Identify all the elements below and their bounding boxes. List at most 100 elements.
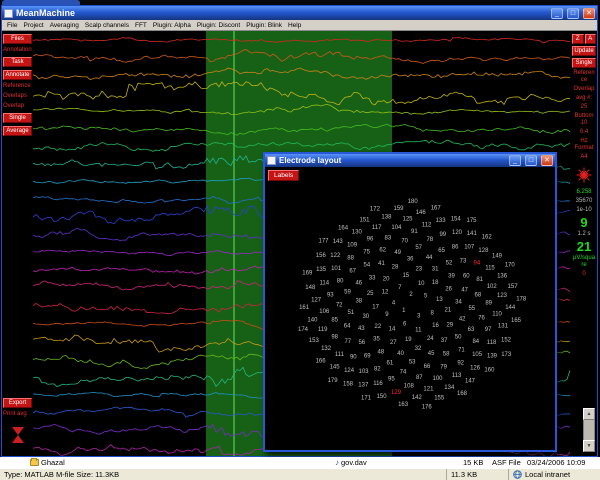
file-name-label: Ghazal bbox=[41, 458, 65, 467]
electrode-179: 179 bbox=[328, 378, 339, 384]
electrode-141: 141 bbox=[467, 231, 478, 237]
scroll-down-button[interactable]: ▼ bbox=[583, 440, 595, 452]
close-button[interactable]: ✕ bbox=[583, 8, 595, 19]
menu-item-fft[interactable]: FFT bbox=[132, 22, 150, 29]
electrode-41: 41 bbox=[378, 261, 385, 267]
electrode-130: 130 bbox=[352, 230, 363, 236]
minimize-button[interactable]: _ bbox=[551, 8, 563, 19]
electrode-155: 155 bbox=[434, 396, 445, 402]
electrode-27: 27 bbox=[390, 340, 397, 346]
electrode-30: 30 bbox=[362, 314, 369, 320]
left-single-button[interactable]: Single bbox=[3, 113, 32, 123]
electrode-124: 124 bbox=[344, 368, 355, 374]
labels-button[interactable]: Labels bbox=[268, 170, 299, 181]
electrode-146: 146 bbox=[416, 210, 427, 216]
eeg-trace-3 bbox=[33, 68, 570, 80]
status-bar: Type: MATLAB M-file Size: 11.3KB 11.3 KB… bbox=[0, 468, 600, 480]
electrode-close-button[interactable]: ✕ bbox=[541, 155, 553, 166]
electrode-33: 33 bbox=[369, 276, 376, 282]
electrode-163: 163 bbox=[398, 402, 409, 408]
electrode-125: 125 bbox=[402, 216, 413, 222]
menu-item-plugin-discont[interactable]: Plugin: Discont bbox=[194, 22, 243, 29]
file-row-file[interactable]: ♪ gov.dav bbox=[335, 457, 367, 468]
electrode-77: 77 bbox=[344, 339, 351, 345]
electrode-95: 95 bbox=[388, 377, 395, 383]
status-zone-label: Local intranet bbox=[525, 470, 570, 479]
electrode-153: 153 bbox=[309, 338, 320, 344]
file-label: gov.dav bbox=[341, 458, 367, 467]
electrode-105: 105 bbox=[472, 352, 483, 358]
right-z-button[interactable]: Z bbox=[572, 34, 584, 44]
electrode-minimize-button[interactable]: _ bbox=[509, 155, 521, 166]
electrode-55: 55 bbox=[468, 306, 475, 312]
electrode-73: 73 bbox=[460, 259, 467, 265]
electrode-135: 135 bbox=[316, 267, 327, 273]
electrode-149: 149 bbox=[492, 254, 503, 260]
right-1e-10-label: 1e-10 bbox=[572, 207, 596, 214]
electrode-titlebar[interactable]: Electrode layout _ □ ✕ bbox=[265, 154, 555, 167]
electrode-93: 93 bbox=[327, 292, 334, 298]
right-0-4-label: 0.4 bbox=[572, 129, 596, 136]
left-export-button[interactable]: Export bbox=[3, 398, 32, 408]
electrode-22: 22 bbox=[375, 324, 382, 330]
app-titlebar[interactable]: MeanMachine _ □ ✕ bbox=[2, 6, 597, 20]
electrode-170: 170 bbox=[505, 262, 516, 268]
electrode-152: 152 bbox=[501, 338, 512, 344]
left-average-button[interactable]: Average bbox=[3, 126, 32, 136]
electrode-123: 123 bbox=[497, 293, 508, 299]
file-row-name[interactable]: Ghazal bbox=[30, 457, 65, 468]
file-list-row[interactable]: Ghazal ♪ gov.dav 15 KB ASF File 03/24/20… bbox=[0, 457, 600, 468]
electrode-54: 54 bbox=[364, 262, 371, 268]
electrode-47: 47 bbox=[461, 287, 468, 293]
right-scrollbar[interactable]: ▲ ▼ bbox=[583, 408, 595, 452]
menu-item-project[interactable]: Project bbox=[20, 22, 46, 29]
menu-item-file[interactable]: File bbox=[4, 22, 20, 29]
electrode-3: 3 bbox=[417, 314, 421, 320]
globe-icon bbox=[513, 470, 522, 479]
menubar: FileProjectAveragingScalp channelsFFTPlu… bbox=[2, 20, 597, 31]
electrode-103: 103 bbox=[358, 369, 369, 375]
right-avg-label: avg #: bbox=[572, 95, 596, 102]
scroll-up-button[interactable]: ▲ bbox=[583, 408, 595, 420]
menu-item-scalp-channels[interactable]: Scalp channels bbox=[82, 22, 132, 29]
right-single-button[interactable]: Single bbox=[572, 58, 596, 68]
electrode-maximize-button[interactable]: □ bbox=[525, 155, 537, 166]
electrode-143: 143 bbox=[333, 239, 344, 245]
menu-item-plugin-alpha[interactable]: Plugin: Alpha bbox=[150, 22, 194, 29]
electrode-126: 126 bbox=[470, 366, 481, 372]
electrode-178: 178 bbox=[516, 296, 527, 302]
left-task-button[interactable]: Task bbox=[3, 57, 32, 67]
right-v-square-label: µV/square bbox=[572, 255, 596, 269]
scroll-track[interactable] bbox=[583, 420, 595, 440]
electrode-140: 140 bbox=[307, 317, 318, 323]
electrode-91: 91 bbox=[411, 229, 418, 235]
electrode-19: 19 bbox=[405, 337, 412, 343]
electrode-82: 82 bbox=[374, 366, 381, 372]
electrode-96: 96 bbox=[367, 237, 374, 243]
electrode-23: 23 bbox=[415, 267, 422, 273]
electrode-10: 10 bbox=[418, 281, 425, 287]
electrode-37: 37 bbox=[441, 338, 448, 344]
electrode-110: 110 bbox=[492, 311, 502, 317]
electrode-172: 172 bbox=[370, 207, 381, 213]
electrode-173: 173 bbox=[501, 352, 512, 358]
electrode-72: 72 bbox=[336, 302, 343, 308]
electrode-169: 169 bbox=[302, 271, 313, 277]
left-files-button[interactable]: Files bbox=[3, 34, 32, 44]
electrode-32: 32 bbox=[415, 346, 422, 352]
electrode-35: 35 bbox=[373, 337, 380, 343]
menu-item-averaging[interactable]: Averaging bbox=[47, 22, 82, 29]
menu-item-plugin-blink[interactable]: Plugin: Blink bbox=[243, 22, 285, 29]
right-update-button[interactable]: Update bbox=[572, 46, 596, 56]
electrode-40: 40 bbox=[397, 351, 404, 357]
electrode-58: 58 bbox=[443, 352, 450, 358]
electrode-83: 83 bbox=[385, 235, 392, 241]
left-annotate-button[interactable]: Annotate bbox=[3, 70, 32, 80]
electrode-57: 57 bbox=[415, 245, 422, 251]
eeg-trace-6 bbox=[33, 124, 570, 135]
music-note-icon: ♪ bbox=[335, 459, 339, 467]
electrode-8: 8 bbox=[431, 311, 435, 317]
menu-item-help[interactable]: Help bbox=[285, 22, 304, 29]
right-a-button[interactable]: A bbox=[585, 34, 597, 44]
maximize-button[interactable]: □ bbox=[567, 8, 579, 19]
